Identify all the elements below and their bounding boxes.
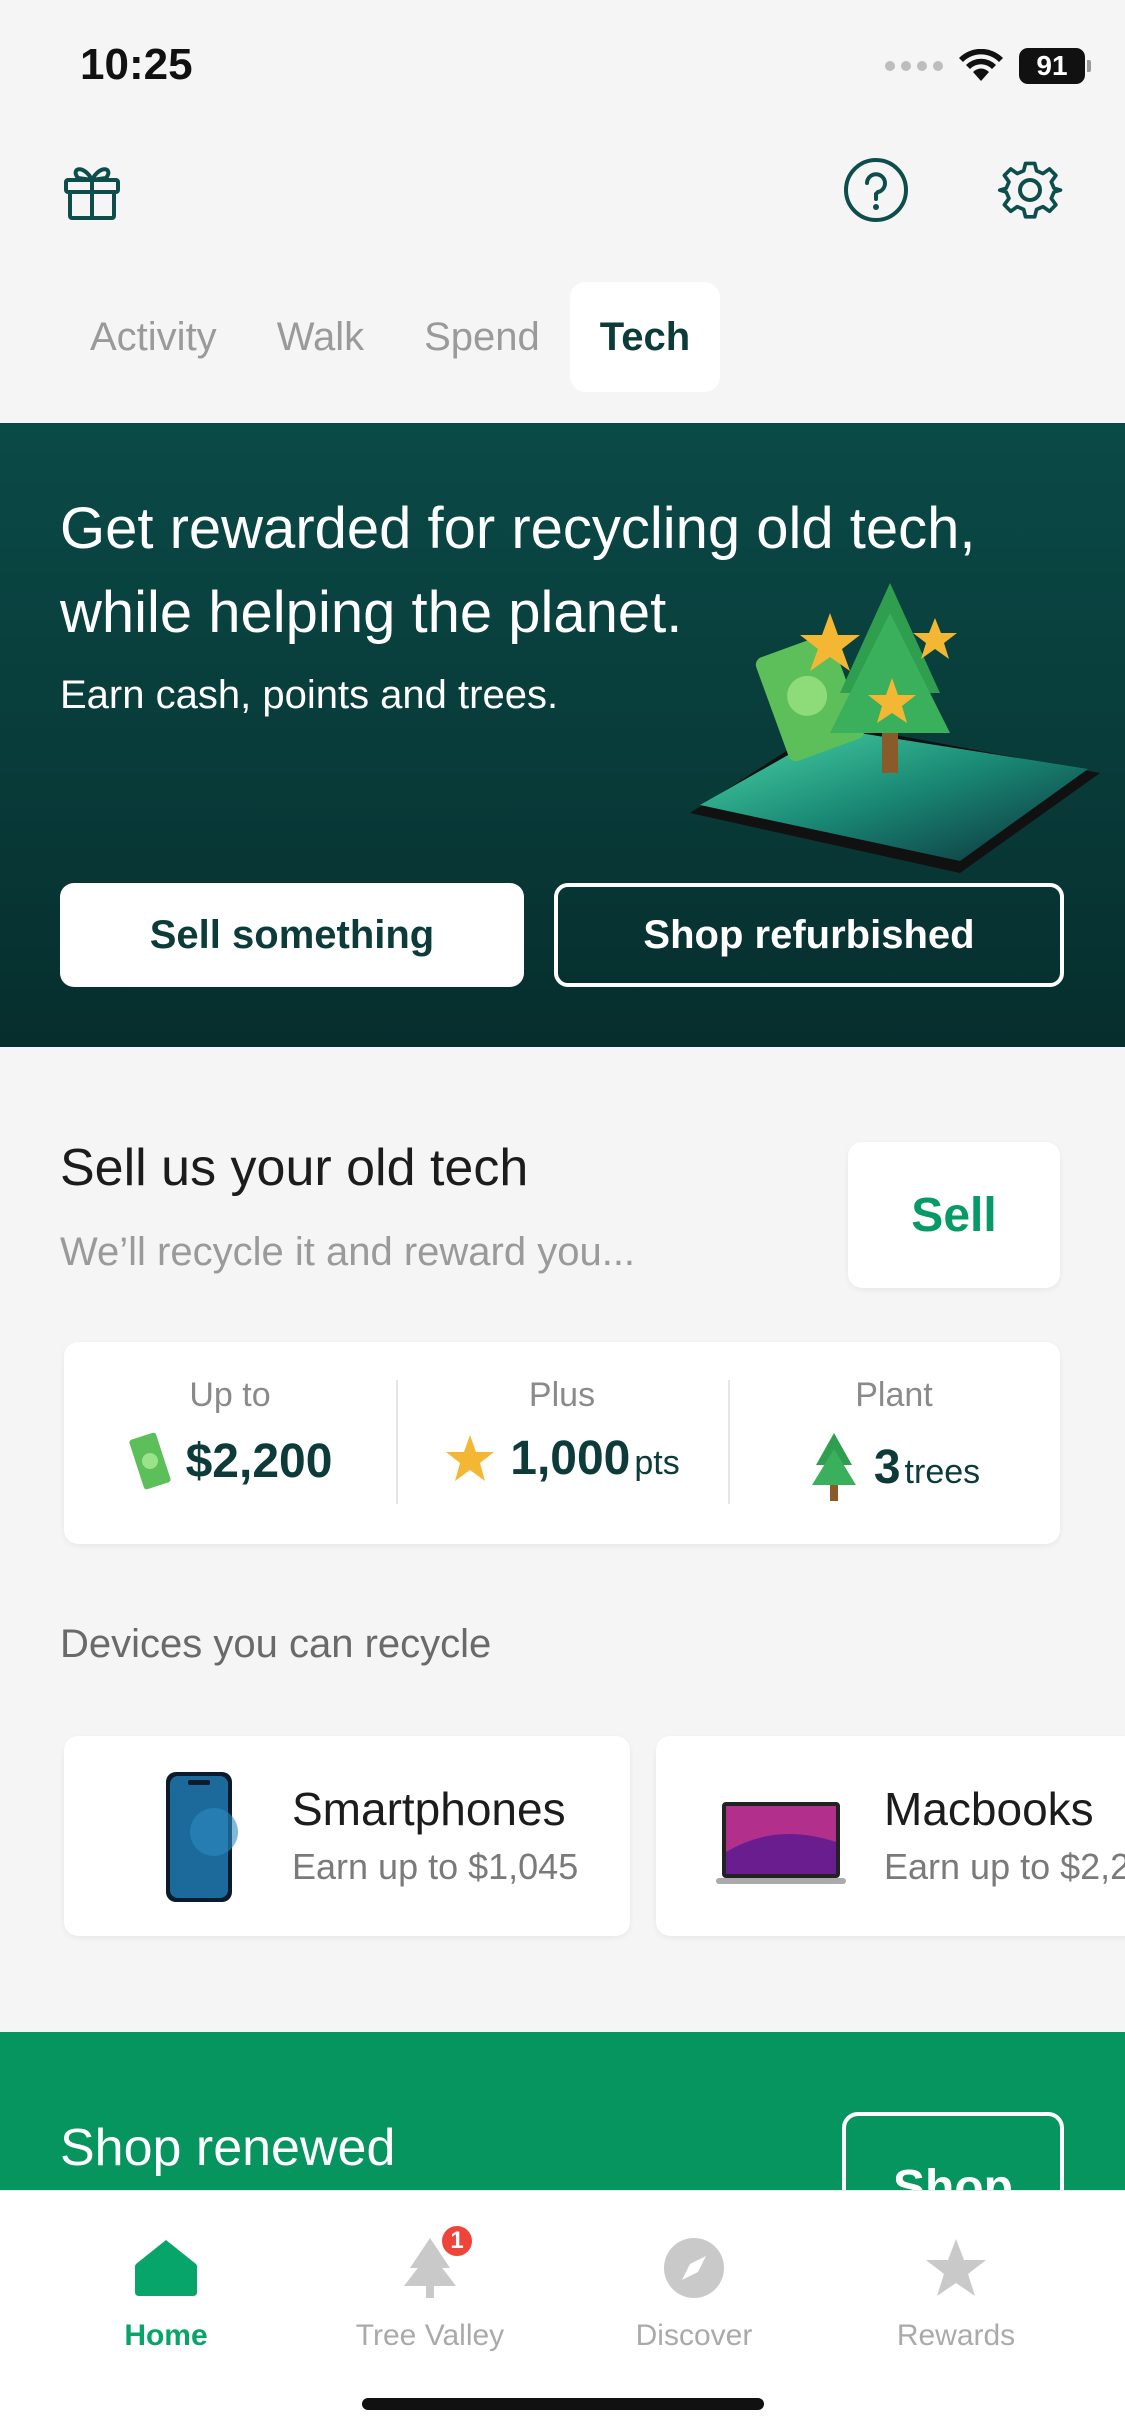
device-earn: Earn up to $1,045 (292, 1846, 579, 1887)
nav-label: Tree Valley (355, 2319, 505, 2352)
sell-section-title: Sell us your old tech (60, 1139, 529, 1197)
smartphone-icon (166, 1772, 238, 1902)
nav-home[interactable]: Home (66, 2233, 266, 2353)
nav-label: Home (124, 2319, 208, 2352)
stat-label: Plant (855, 1376, 933, 1414)
stat-points: Plus 1,000 pts (396, 1342, 728, 1544)
gift-icon (64, 167, 120, 220)
stat-label: Up to (189, 1376, 271, 1414)
status-time: 10:25 (80, 40, 193, 89)
sell-button[interactable]: Sell (848, 1142, 1060, 1288)
star-icon (926, 2239, 986, 2296)
stat-unit: trees (904, 1452, 981, 1491)
tree-icon (811, 1433, 856, 1501)
device-card-smartphones[interactable]: Smartphones Earn up to $1,045 (64, 1736, 630, 1936)
cash-icon (129, 1432, 171, 1490)
home-icon (135, 2240, 197, 2296)
notification-badge: 1 (439, 2223, 475, 2259)
nav-label: Rewards (896, 2319, 1016, 2352)
rewards-stats-card: Up to $2,200 Plus 1,000 pts Plant 3 trees (64, 1342, 1060, 1544)
hero-banner: Get rewarded for recycling old tech, whi… (0, 423, 1125, 1047)
settings-button[interactable] (990, 150, 1070, 230)
stat-value: 1,000 (510, 1432, 631, 1485)
status-indicators: 91 (885, 48, 1091, 84)
stat-value: $2,200 (185, 1434, 333, 1488)
stat-trees: Plant 3 trees (728, 1342, 1060, 1544)
stat-cash: Up to $2,200 (64, 1342, 396, 1544)
hero-subtitle: Earn cash, points and trees. (60, 673, 559, 717)
tab-activity[interactable]: Activity (60, 282, 247, 392)
wifi-icon (959, 49, 1003, 81)
gift-button[interactable] (52, 150, 132, 230)
shop-refurbished-button[interactable]: Shop refurbished (554, 883, 1064, 987)
devices-heading: Devices you can recycle (60, 1622, 492, 1666)
star-icon (446, 1434, 495, 1481)
device-name: Macbooks (884, 1783, 1094, 1835)
nav-rewards[interactable]: Rewards (856, 2233, 1056, 2353)
home-indicator (362, 2398, 764, 2410)
device-earn: Earn up to $2,2 (884, 1846, 1125, 1887)
help-icon (844, 158, 908, 222)
status-bar: 10:25 91 (0, 0, 1125, 140)
nav-tree-valley[interactable]: 1 Tree Valley (330, 2223, 530, 2353)
compass-icon (664, 2238, 724, 2298)
stat-value: 3 (873, 1440, 901, 1494)
sell-section-subtitle: We’ll recycle it and reward you... (60, 1230, 636, 1274)
gear-icon (997, 161, 1063, 219)
shop-renewed-title: Shop renewed (60, 2119, 396, 2177)
phone-with-trees-illustration (690, 583, 1100, 873)
device-name: Smartphones (292, 1783, 566, 1835)
nav-discover[interactable]: Discover (594, 2233, 794, 2353)
laptop-icon (716, 1802, 846, 1884)
stat-label: Plus (528, 1376, 596, 1414)
help-button[interactable] (836, 150, 916, 230)
sell-something-button[interactable]: Sell something (60, 883, 524, 987)
tab-walk[interactable]: Walk (247, 282, 394, 392)
battery-icon: 91 (1019, 48, 1091, 84)
tab-spend[interactable]: Spend (394, 282, 570, 392)
stat-unit: pts (634, 1444, 680, 1482)
tab-bar: Activity Walk Spend Tech (60, 282, 721, 392)
header-toolbar (0, 150, 1125, 240)
nav-label: Discover (635, 2319, 753, 2352)
tab-tech[interactable]: Tech (569, 282, 721, 392)
cellular-signal-icon (885, 61, 943, 71)
device-card-macbooks[interactable]: Macbooks Earn up to $2,2 (656, 1736, 1125, 1936)
